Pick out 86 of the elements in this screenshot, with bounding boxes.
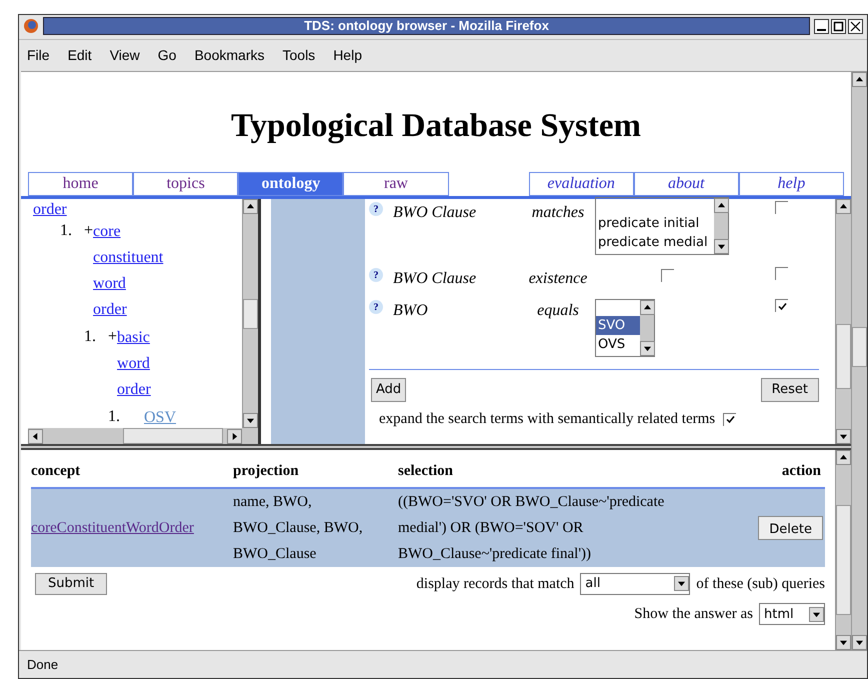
list-option[interactable]: SVO [596,316,640,335]
vertical-scrollbar[interactable] [242,199,258,428]
scroll-left-icon[interactable] [28,428,43,444]
column-header: selection [398,462,454,481]
scroll-down-icon[interactable] [836,429,851,444]
vertical-scrollbar[interactable] [851,72,867,650]
scroll-thumb[interactable] [836,324,851,389]
nav-tab[interactable]: raw [343,172,449,196]
help-icon[interactable]: ? [369,268,383,282]
scroll-thumb[interactable] [123,428,223,444]
scroll-down-icon[interactable] [243,413,258,428]
scroll-down-icon[interactable] [714,239,729,254]
reset-button[interactable]: Reset [760,378,819,402]
operator-label: existence [528,269,588,289]
column-header: concept [31,462,82,481]
column-header: projection [233,462,300,481]
nav-tab[interactable]: home [28,172,134,196]
scroll-up-icon[interactable] [714,198,729,213]
scroll-down-icon[interactable] [852,635,867,650]
scroll-down-icon[interactable] [836,635,851,650]
nav-tab[interactable]: ontology [238,172,344,196]
column-header: action [780,462,822,481]
menu-item[interactable]: Edit [68,45,92,66]
answer-format-dropdown[interactable]: html [759,603,825,626]
nav-tab[interactable]: about [634,172,739,196]
operator-label: equals [536,301,580,321]
menu-item[interactable]: File [27,45,50,66]
expand-marker[interactable]: + [108,325,118,349]
status-bar: Done [19,650,867,678]
nav-tab[interactable]: evaluation [528,172,634,196]
window-title: TDS: ontology browser - Mozilla Firefox [43,17,810,35]
menu-item[interactable]: Go [158,45,176,66]
vertical-scrollbar[interactable] [835,199,851,444]
list-number: 1. [108,407,121,427]
match-dropdown[interactable]: all [580,572,690,595]
add-button[interactable]: Add [371,378,406,402]
page-heading: Typological Database System [230,107,642,146]
list-number: 1. [60,221,73,241]
dropdown-caret-icon[interactable] [674,576,690,592]
scroll-up-icon[interactable] [836,450,851,465]
maximize-icon[interactable] [831,18,846,34]
tree-link[interactable]: order [33,201,67,219]
scroll-thumb[interactable] [836,505,851,615]
help-icon[interactable]: ? [369,202,383,216]
attribute-label: BWO [393,301,429,321]
list-option[interactable]: predicate initial [596,214,714,233]
match-label: display records that match [416,574,574,594]
scroll-thumb[interactable] [243,299,258,329]
scroll-up-icon[interactable] [836,199,851,214]
help-icon[interactable]: ? [369,300,383,314]
operator-label: matches [530,203,586,223]
table-cell-text: ((BWO='SVO' OR BWO_Clause~'predicate medial') OR (BWO='SOV' OR BWO_Clause~'predicate final')) [398,492,666,564]
scroll-up-icon[interactable] [243,199,258,214]
scroll-thumb[interactable] [852,327,867,367]
list-number: 1. [84,327,97,347]
minimize-icon[interactable] [814,18,829,34]
scroll-up-icon[interactable] [852,72,867,87]
nav-tab[interactable]: help [738,172,844,196]
match-suffix: of these (sub) queries [696,574,825,594]
vertical-scrollbar[interactable] [835,450,851,650]
menu-item[interactable]: Bookmarks [194,45,264,66]
list-option[interactable]: predicate medial [596,233,714,252]
browser-logo-icon [23,18,39,34]
submit-button[interactable]: Submit [35,572,108,595]
scroll-down-icon[interactable] [640,341,655,356]
listbox[interactable]: predicate initial predicate medial [595,197,729,255]
tree-link[interactable]: basic word order [117,325,151,403]
close-icon[interactable] [848,18,863,34]
table-cell-text: name, BWO, BWO_Clause, BWO, BWO_Clause [233,492,364,564]
concept-link[interactable]: coreConstituentWordOrder [31,514,233,540]
scroll-up-icon[interactable] [640,300,655,315]
attribute-label: BWO Clause [393,269,478,289]
horizontal-scrollbar[interactable] [28,428,258,444]
attribute-label: BWO Clause [393,203,478,223]
scroll-right-icon[interactable] [227,428,242,444]
expand-marker[interactable]: + [84,219,94,243]
menu-item[interactable]: Help [333,45,362,66]
menu-item[interactable]: View [110,45,140,66]
nav-tab[interactable]: topics [133,172,238,196]
dropdown-caret-icon[interactable] [809,606,824,622]
list-option[interactable]: OVS [596,335,640,354]
listbox[interactable]: SVO OVS [595,299,655,357]
menu-item[interactable]: Tools [282,45,316,66]
answer-label: Show the answer as [634,605,753,624]
expand-label: expand the search terms with semantically related terms [379,410,716,429]
delete-button[interactable]: Delete [758,516,823,540]
